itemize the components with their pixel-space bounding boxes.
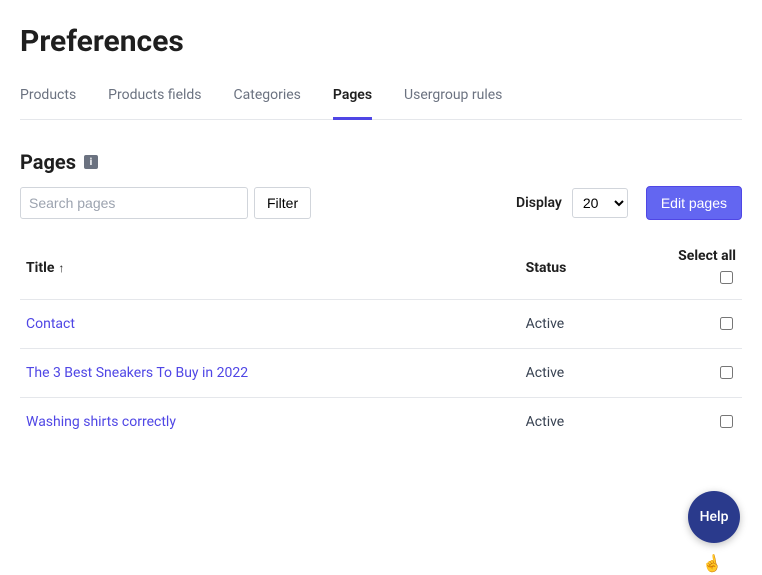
row-title-link[interactable]: Contact	[26, 316, 75, 332]
select-all-label: Select all	[678, 248, 736, 264]
tab-products-fields[interactable]: Products fields	[108, 77, 201, 120]
column-header-title-label: Title	[26, 260, 54, 276]
row-select-checkbox[interactable]	[720, 366, 733, 379]
column-header-status[interactable]: Status	[520, 238, 632, 300]
column-header-status-label: Status	[526, 260, 567, 276]
row-status: Active	[520, 398, 632, 447]
table-row: The 3 Best Sneakers To Buy in 2022 Activ…	[20, 349, 742, 398]
column-header-select-all: Select all	[632, 238, 742, 300]
tab-products[interactable]: Products	[20, 77, 76, 120]
row-title-link[interactable]: Washing shirts correctly	[26, 414, 176, 430]
table-row: Contact Active	[20, 300, 742, 349]
section-header: Pages i	[20, 150, 742, 174]
row-title-link[interactable]: The 3 Best Sneakers To Buy in 2022	[26, 365, 248, 381]
filter-button[interactable]: Filter	[254, 187, 311, 219]
section-title: Pages	[20, 150, 76, 174]
column-header-title[interactable]: Title ↑	[20, 238, 520, 300]
row-select-checkbox[interactable]	[720, 317, 733, 330]
edit-pages-button[interactable]: Edit pages	[646, 186, 742, 220]
tabs: Products Products fields Categories Page…	[20, 77, 742, 120]
table-row: Washing shirts correctly Active	[20, 398, 742, 447]
select-all-checkbox[interactable]	[720, 271, 733, 284]
display-select[interactable]: 20	[572, 188, 628, 218]
cursor-pointer-icon: ☝	[701, 552, 724, 574]
tab-pages[interactable]: Pages	[333, 77, 372, 120]
pages-table: Title ↑ Status Select all Contact Active	[20, 238, 742, 446]
page-title: Preferences	[20, 24, 742, 59]
help-fab-button[interactable]: Help	[688, 491, 740, 543]
row-select-checkbox[interactable]	[720, 415, 733, 428]
sort-asc-icon: ↑	[58, 261, 64, 275]
row-status: Active	[520, 349, 632, 398]
row-status: Active	[520, 300, 632, 349]
controls-row: Filter Display 20 Edit pages	[20, 186, 742, 220]
tab-categories[interactable]: Categories	[234, 77, 301, 120]
tab-usergroup-rules[interactable]: Usergroup rules	[404, 77, 502, 120]
search-input[interactable]	[20, 187, 248, 219]
display-label: Display	[516, 195, 562, 211]
info-icon[interactable]: i	[84, 155, 98, 169]
